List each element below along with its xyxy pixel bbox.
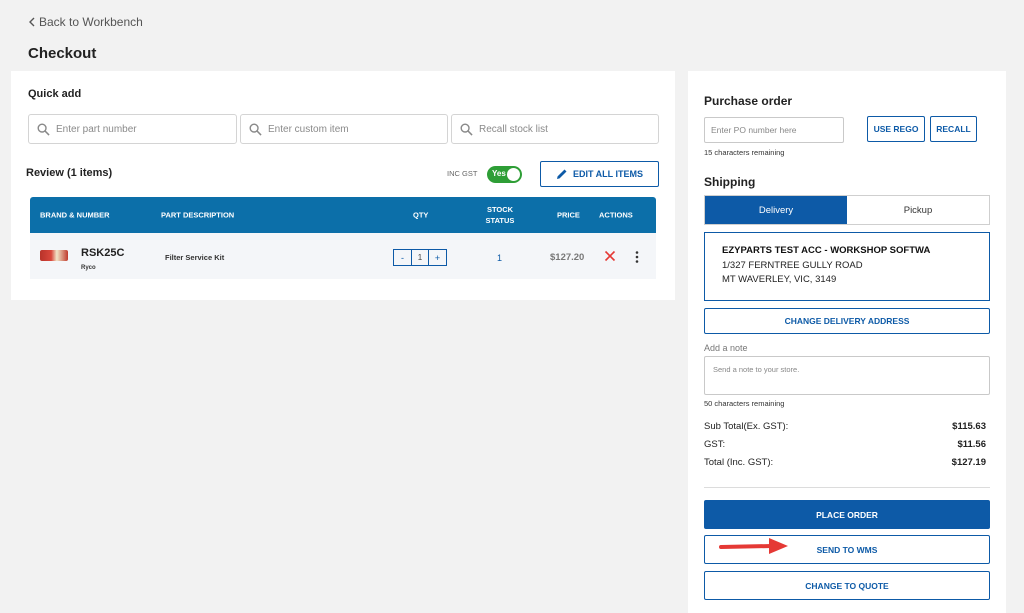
po-number-input[interactable] [704, 117, 844, 143]
stock-list-input[interactable] [479, 123, 658, 135]
gst-label: GST: [704, 439, 726, 450]
stock-list-search[interactable] [451, 114, 659, 144]
search-icon [249, 123, 262, 136]
note-characters-remaining: 50 characters remaining [704, 399, 785, 408]
tab-delivery[interactable]: Delivery [705, 196, 847, 224]
header-brand: BRAND & NUMBER [40, 210, 110, 220]
chevron-left-icon [29, 17, 35, 27]
address-line1: 1/327 FERNTREE GULLY ROAD [722, 260, 863, 271]
header-description: PART DESCRIPTION [161, 210, 235, 220]
brand-name: Ryco [81, 265, 96, 271]
stock-status: 1 [497, 253, 503, 263]
header-price: PRICE [557, 210, 580, 220]
tab-pickup[interactable]: Pickup [847, 196, 989, 224]
review-title: Review (1 items) [26, 167, 113, 179]
change-to-quote-button[interactable]: CHANGE TO QUOTE [704, 571, 990, 600]
quick-add-title: Quick add [28, 88, 82, 100]
header-actions: ACTIONS [599, 210, 633, 220]
cart-panel: Quick add Review (1 items) INC GST Yes E… [11, 71, 675, 300]
total-value: $127.19 [951, 457, 986, 468]
use-rego-button[interactable]: USE REGO [867, 116, 925, 142]
back-label: Back to Workbench [39, 15, 143, 29]
change-delivery-address-button[interactable]: CHANGE DELIVERY ADDRESS [704, 308, 990, 334]
part-description: Filter Service Kit [165, 253, 225, 262]
delivery-address: EZYPARTS TEST ACC - WORKSHOP SOFTWA 1/32… [704, 232, 990, 301]
order-summary-panel: Purchase order USE REGO RECALL 15 charac… [688, 71, 1006, 613]
recall-button[interactable]: RECALL [930, 116, 977, 142]
back-to-workbench-link[interactable]: Back to Workbench [28, 15, 143, 29]
place-order-button[interactable]: PLACE ORDER [704, 500, 990, 529]
part-number[interactable]: RSK25C [81, 247, 124, 259]
inc-gst-toggle[interactable]: Yes [487, 166, 522, 183]
subtotal-row: Sub Total(Ex. GST): $115.63 [704, 421, 986, 432]
header-qty: QTY [413, 210, 429, 220]
part-number-input[interactable] [56, 123, 236, 135]
inc-gst-label: INC GST [447, 169, 478, 178]
custom-item-input[interactable] [268, 123, 447, 135]
annotation-arrow-icon [719, 538, 788, 554]
delete-icon[interactable] [603, 249, 617, 263]
subtotal-value: $115.63 [952, 421, 986, 432]
qty-increment-button[interactable]: + [429, 250, 446, 265]
table-header: BRAND & NUMBER PART DESCRIPTION QTY STOC… [30, 197, 656, 233]
search-icon [460, 123, 473, 136]
page-title: Checkout [28, 45, 97, 62]
custom-item-search[interactable] [240, 114, 448, 144]
note-field[interactable] [704, 356, 990, 395]
search-icon [37, 123, 50, 136]
divider [704, 487, 990, 488]
toggle-knob [507, 168, 520, 181]
more-options-icon[interactable] [632, 250, 642, 264]
address-line2: MT WAVERLEY, VIC, 3149 [722, 274, 837, 285]
edit-all-items-button[interactable]: EDIT ALL ITEMS [540, 161, 659, 187]
total-row: Total (Inc. GST): $127.19 [704, 457, 986, 468]
pencil-icon [556, 169, 567, 179]
note-label: Add a note [704, 343, 748, 353]
header-stock: STOCK STATUS [485, 205, 515, 225]
qty-decrement-button[interactable]: - [394, 250, 411, 265]
edit-all-label: EDIT ALL ITEMS [572, 169, 643, 179]
purchase-order-title: Purchase order [704, 94, 793, 108]
address-name: EZYPARTS TEST ACC - WORKSHOP SOFTWA [722, 245, 931, 256]
subtotal-label: Sub Total(Ex. GST): [704, 421, 789, 432]
quantity-stepper[interactable]: - 1 + [393, 249, 447, 266]
shipping-tabs: Delivery Pickup [704, 195, 990, 225]
gst-value: $11.56 [957, 439, 986, 450]
table-row: RSK25C Ryco Filter Service Kit - 1 + 1 $… [30, 233, 656, 279]
gst-row: GST: $11.56 [704, 439, 986, 450]
product-image [40, 250, 68, 261]
qty-value[interactable]: 1 [411, 250, 429, 265]
po-characters-remaining: 15 characters remaining [704, 148, 785, 157]
item-price: $127.20 [550, 252, 585, 263]
toggle-label: Yes [492, 169, 506, 178]
shipping-title: Shipping [704, 175, 756, 189]
part-number-search[interactable] [28, 114, 237, 144]
total-label: Total (Inc. GST): [704, 457, 774, 468]
